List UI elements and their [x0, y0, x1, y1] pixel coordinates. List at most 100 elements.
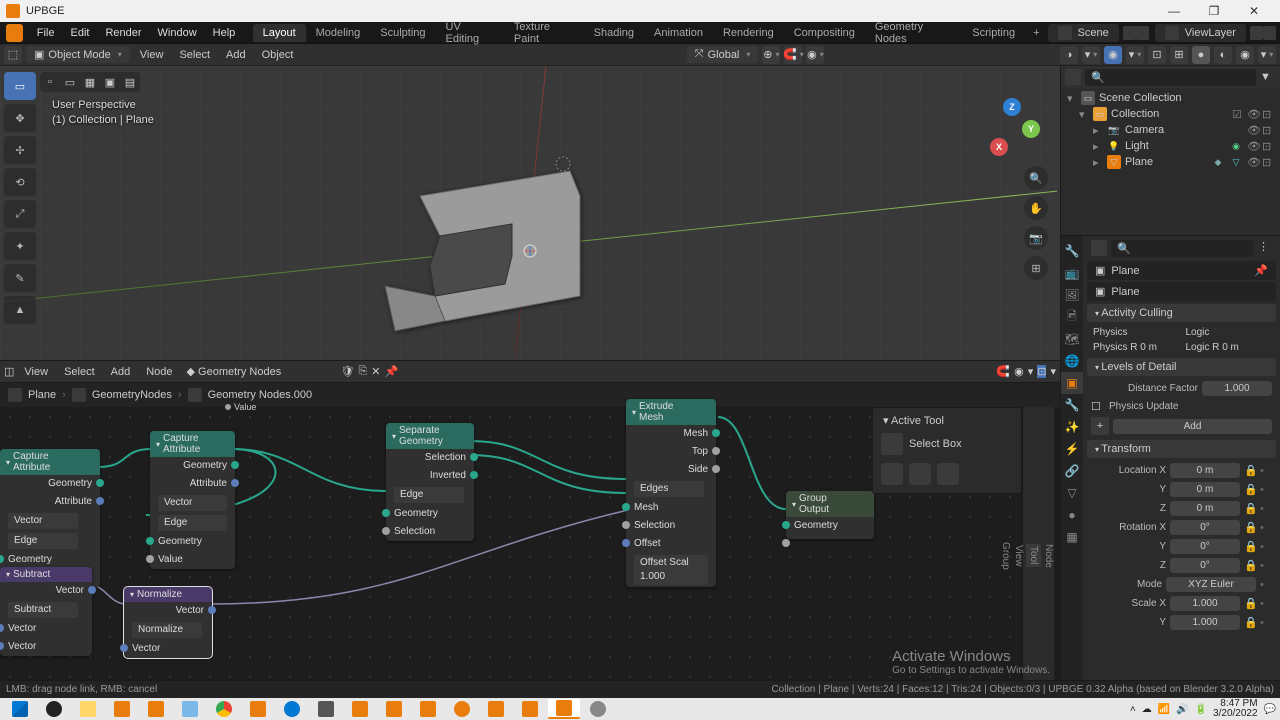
workspace-tab-uvediting[interactable]: UV Editing: [436, 18, 504, 48]
pin-button[interactable]: 📌: [385, 365, 399, 378]
maximize-button[interactable]: ❐: [1194, 4, 1234, 18]
lod-add-button[interactable]: Add: [1113, 419, 1272, 434]
gizmo-z-axis[interactable]: Z: [1003, 98, 1021, 116]
data-name-field[interactable]: ▣Plane: [1087, 282, 1276, 301]
taskbar-app-5[interactable]: [310, 699, 342, 719]
outliner-search[interactable]: 🔍: [1085, 69, 1256, 86]
view-menu[interactable]: View: [134, 47, 170, 63]
tool-rotate[interactable]: ⟲: [4, 168, 36, 196]
scale-x-field[interactable]: 1.000: [1170, 596, 1240, 611]
scene-selector[interactable]: Scene: [1048, 24, 1119, 42]
outliner-collection[interactable]: ▾▭Collection☑👁⊡: [1065, 106, 1276, 122]
ptab-object[interactable]: ▣: [1061, 372, 1083, 394]
tool-select-box[interactable]: ▭: [4, 72, 36, 100]
taskbar-app-1[interactable]: [106, 699, 138, 719]
workspace-tab-animation[interactable]: Animation: [644, 24, 713, 42]
snap-toggle[interactable]: 🧲: [784, 46, 802, 64]
workspace-tab-compositing[interactable]: Compositing: [784, 24, 865, 42]
gizmo-toggle[interactable]: ◑: [1060, 46, 1078, 64]
loc-x-field[interactable]: 0 m: [1170, 463, 1240, 478]
pivot-selector[interactable]: ⊕: [762, 46, 780, 64]
section-lod[interactable]: Levels of Detail: [1087, 358, 1276, 376]
rot-y-field[interactable]: 0°: [1170, 539, 1240, 554]
selmode-edge[interactable]: ▭: [60, 72, 80, 92]
blender-logo-icon[interactable]: [6, 24, 23, 42]
rot-mode-select[interactable]: XYZ Euler: [1166, 577, 1256, 592]
physics-radius[interactable]: Physics R 0 m: [1093, 342, 1178, 353]
menu-window[interactable]: Window: [150, 27, 205, 39]
add-menu[interactable]: Add: [220, 47, 252, 63]
taskbar-upbge-active[interactable]: [548, 699, 580, 719]
node-subtract[interactable]: Subtract Vector Subtract Vector Vector: [0, 567, 92, 656]
props-options[interactable]: ⋮: [1258, 240, 1272, 257]
bc-tree[interactable]: Geometry Nodes.000: [208, 389, 313, 401]
overlays-toggle[interactable]: ◉: [1104, 46, 1122, 64]
tab-node[interactable]: Node: [1043, 544, 1054, 568]
workspace-tab-shading[interactable]: Shading: [584, 24, 644, 42]
ptab-scene[interactable]: 🗺: [1061, 328, 1083, 350]
scene-delete-button[interactable]: [1136, 26, 1149, 40]
logic-radius[interactable]: Logic R 0 m: [1186, 342, 1271, 353]
ptab-data[interactable]: ▽: [1061, 482, 1083, 504]
system-tray[interactable]: ˄ ☁ 📶 🔊 🔋 8:47 PM 3/20/2022 💬: [1130, 699, 1276, 719]
ptab-constraint[interactable]: 🔗: [1061, 460, 1083, 482]
shading-wireframe[interactable]: ⊞: [1170, 46, 1188, 64]
workspace-add-button[interactable]: +: [1025, 27, 1047, 39]
tray-battery-icon[interactable]: 🔋: [1195, 704, 1207, 715]
tab-tool[interactable]: Tool: [1026, 544, 1041, 566]
menu-help[interactable]: Help: [205, 27, 244, 39]
scale-y-field[interactable]: 1.000: [1170, 615, 1240, 630]
start-button[interactable]: [4, 699, 36, 719]
node-separate-geometry[interactable]: Separate Geometry Selection Inverted Edg…: [386, 423, 474, 541]
rot-x-field[interactable]: 0°: [1170, 520, 1240, 535]
workspace-tab-layout[interactable]: Layout: [253, 24, 306, 42]
node-add-menu[interactable]: Add: [105, 364, 137, 380]
ptab-texture[interactable]: ▦: [1061, 526, 1083, 548]
node-overlay-opts[interactable]: ▾: [1028, 365, 1034, 378]
node-normalize[interactable]: Normalize Vector Normalize Vector: [124, 587, 212, 658]
unlink-tree-button[interactable]: ✕: [371, 365, 380, 378]
node-snap[interactable]: 🧲: [996, 365, 1010, 378]
outliner-type-icon[interactable]: [1065, 69, 1081, 85]
pan-icon[interactable]: ✋: [1024, 196, 1048, 220]
shading-solid[interactable]: ●: [1192, 46, 1210, 64]
selmode-icon-1[interactable]: [881, 463, 903, 485]
taskbar-app-2[interactable]: [140, 699, 172, 719]
node-capture-attribute-2[interactable]: Capture Attribute Geometry Attribute Vec…: [150, 431, 235, 569]
close-button[interactable]: ✕: [1234, 4, 1274, 18]
minimize-button[interactable]: —: [1154, 4, 1194, 18]
menu-file[interactable]: File: [29, 27, 63, 39]
node-node-menu[interactable]: Node: [140, 364, 178, 380]
node-overlay[interactable]: ◉: [1014, 365, 1024, 378]
outliner-camera[interactable]: ▸📷Camera👁⊡: [1065, 122, 1276, 138]
tray-notifications-icon[interactable]: 💬: [1264, 704, 1276, 715]
scene-new-button[interactable]: [1123, 26, 1136, 40]
object-menu[interactable]: Object: [256, 47, 300, 63]
nodetree-selector[interactable]: ◆ Geometry Nodes: [187, 365, 337, 378]
props-type-icon[interactable]: [1091, 240, 1107, 256]
proportional-toggle[interactable]: ◉: [806, 46, 824, 64]
gizmo-x-axis[interactable]: X: [990, 138, 1008, 156]
tool-transform[interactable]: ✦: [4, 232, 36, 260]
pin-icon[interactable]: 📌: [1254, 264, 1268, 277]
duplicate-tree-button[interactable]: ⎘: [358, 365, 367, 378]
active-tool-header[interactable]: ▾ Active Tool: [877, 412, 1017, 429]
3d-viewport[interactable]: ▫ ▭ ▦ ▣ ▤ ▭ ✥ ✢ ⟲ ⤢ ✦ ✎ ▲ User Perspecti…: [0, 66, 1060, 361]
workspace-tab-texturepaint[interactable]: Texture Paint: [504, 18, 584, 48]
tray-wifi-icon[interactable]: 📶: [1158, 704, 1170, 715]
workspace-tab-geometrynodes[interactable]: Geometry Nodes: [865, 18, 962, 48]
workspace-tab-rendering[interactable]: Rendering: [713, 24, 784, 42]
bc-modifier[interactable]: GeometryNodes: [92, 389, 172, 401]
outliner-light[interactable]: ▸💡Light◉👁⊡: [1065, 138, 1276, 154]
taskbar-obs[interactable]: [38, 699, 70, 719]
outliner-plane[interactable]: ▸▽Plane◆▽👁⊡: [1065, 154, 1276, 170]
tray-chevron-icon[interactable]: ˄: [1130, 704, 1136, 715]
tool-measure[interactable]: ▲: [4, 296, 36, 324]
ptab-viewlayer[interactable]: 🖻: [1061, 306, 1083, 328]
tool-cursor[interactable]: ✥: [4, 104, 36, 132]
taskbar-app-7[interactable]: [378, 699, 410, 719]
fake-user-toggle[interactable]: 🛡: [341, 365, 355, 378]
mode-selector[interactable]: ▣ Object Mode: [26, 46, 130, 63]
taskbar-chrome[interactable]: [208, 699, 240, 719]
selmode-icon-2[interactable]: [909, 463, 931, 485]
